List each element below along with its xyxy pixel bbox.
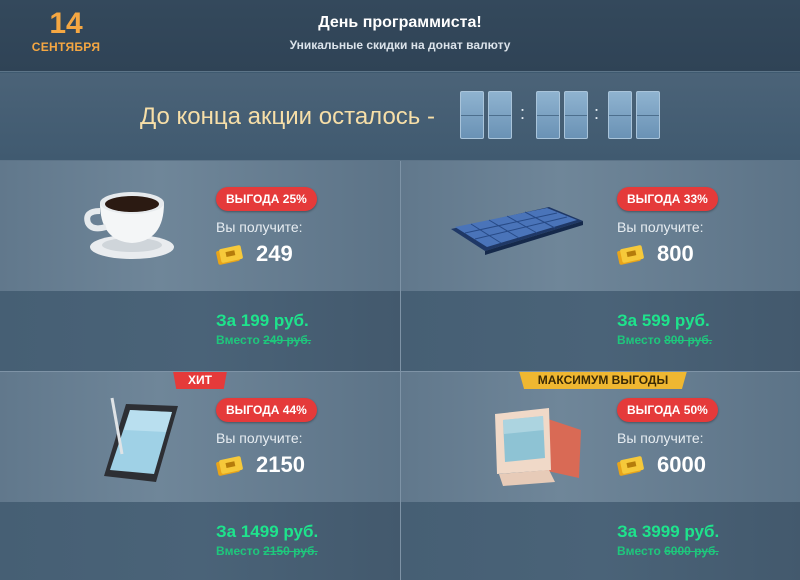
countdown-digit [536,91,560,139]
currency-amount: 2150 [256,452,305,477]
keyboard-icon [451,207,583,255]
hit-ribbon: ХИТ [173,372,227,389]
old-price-value: 2150 руб. [263,544,318,558]
old-price-value: 249 руб. [263,333,312,347]
max-benefit-ribbon: МАКСИМУМ ВЫГОДЫ [519,372,687,389]
old-price-prefix: Вместо [216,333,264,347]
receive-label: Вы получите: [617,430,704,446]
old-price: Вместо 249 руб. [216,333,311,347]
offer-card-1[interactable]: ВЫГОДА 25% Вы получите: 249 За 199 руб. … [0,161,400,371]
countdown-digit [636,91,660,139]
price: За 599 руб. [617,311,710,330]
computer-monitor-icon [495,408,581,486]
date-day: 14 [49,7,83,40]
top-bar: 14 СЕНТЯБРЯ День программиста! Уникальны… [0,0,800,72]
page-title: День программиста! [318,14,482,31]
countdown-digit [460,91,484,139]
page-subtitle: Уникальные скидки на донат валюту [289,38,511,52]
old-price-prefix: Вместо [617,333,665,347]
price: За 3999 руб. [617,522,720,541]
coffee-cup-icon [84,192,174,259]
old-price-prefix: Вместо [617,544,665,558]
discount-badge: ВЫГОДА 50% [617,398,718,422]
old-price-value: 6000 руб. [664,544,719,558]
currency-ticket-icon [617,456,644,476]
tablet-icon [104,397,178,482]
currency-ticket-icon [216,456,243,476]
countdown-band: До конца акции осталось - : : [0,73,800,161]
countdown-digit [488,91,512,139]
offer-card-3[interactable]: ХИТ ВЫГОДА 44% Вы получите: 2150 За 1499… [0,372,400,580]
countdown-digit [608,91,632,139]
discount-badge: ВЫГОДА 33% [617,187,718,211]
date-block: 14 СЕНТЯБРЯ [28,7,104,55]
date-month: СЕНТЯБРЯ [31,40,101,54]
currency-ticket-icon [216,245,243,265]
grid-divider-horizontal [0,371,800,372]
offer-card-4[interactable]: МАКСИМУМ ВЫГОДЫ ВЫГОДА 50% Вы получите: … [401,372,800,580]
old-price-prefix: Вместо [216,544,264,558]
price: За 1499 руб. [216,522,319,541]
countdown-separator: : [594,103,600,123]
receive-label: Вы получите: [216,219,303,235]
old-price-value: 800 руб. [664,333,713,347]
old-price: Вместо 2150 руб. [216,544,318,558]
title-block: День программиста! Уникальные скидки на … [200,14,600,52]
currency-amount: 800 [657,241,694,266]
discount-badge: ВЫГОДА 25% [216,187,317,211]
countdown-label: До конца акции осталось - [140,103,435,130]
countdown-separator: : [520,103,526,123]
currency-amount: 249 [256,241,293,266]
currency-ticket-icon [617,245,644,265]
old-price: Вместо 800 руб. [617,333,712,347]
old-price: Вместо 6000 руб. [617,544,719,558]
currency-amount: 6000 [657,452,706,477]
price: За 199 руб. [216,311,309,330]
countdown-digit [564,91,588,139]
discount-badge: ВЫГОДА 44% [216,398,317,422]
offer-card-2[interactable]: ВЫГОДА 33% Вы получите: 800 За 599 руб. … [401,161,800,371]
receive-label: Вы получите: [617,219,704,235]
receive-label: Вы получите: [216,430,303,446]
